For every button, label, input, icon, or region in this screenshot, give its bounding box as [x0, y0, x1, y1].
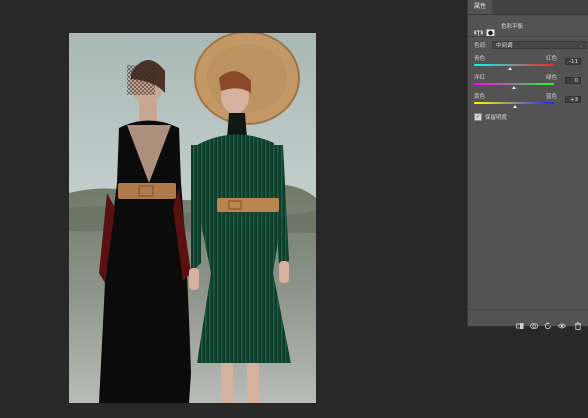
adjustment-title: 色彩平衡 — [501, 24, 524, 30]
slider-track[interactable] — [474, 102, 554, 104]
slider-value-input[interactable]: 0 — [565, 77, 581, 84]
slider-yellow-blue: 黄色 蓝色 +3 — [474, 92, 581, 114]
panel-header: 色彩平衡 — [473, 20, 524, 37]
chevron-down-icon: ⌄ — [578, 42, 583, 49]
slider-thumb[interactable] — [513, 105, 518, 108]
balance-scale-icon — [473, 22, 484, 36]
slider-right-label: 红色 — [546, 56, 558, 62]
slider-right-label: 蓝色 — [546, 94, 558, 100]
slider-value-input[interactable]: -11 — [565, 58, 581, 65]
clip-to-layer-icon[interactable] — [516, 315, 524, 329]
preserve-luminosity[interactable]: ✓ 保留明度 — [474, 112, 507, 121]
tone-select-value: 中间调 — [496, 42, 513, 49]
preserve-luminosity-label: 保留明度 — [485, 114, 508, 121]
tone-label: 色调: — [474, 42, 487, 49]
document-image[interactable] — [69, 33, 316, 403]
panel-tab-bar: 属性 — [468, 0, 588, 15]
tab-properties[interactable]: 属性 — [468, 0, 493, 14]
document-canvas[interactable] — [0, 0, 466, 418]
layer-mask-icon[interactable] — [486, 22, 495, 37]
tone-row: 色调: 中间调 ⌄ — [474, 40, 587, 49]
slider-left-label: 洋红 — [474, 75, 486, 81]
slider-thumb[interactable] — [507, 67, 512, 70]
slider-track[interactable] — [474, 64, 554, 66]
slider-left-label: 黄色 — [474, 94, 486, 100]
visibility-icon[interactable] — [557, 315, 567, 329]
view-previous-icon[interactable] — [530, 315, 538, 329]
slider-thumb[interactable] — [512, 86, 516, 89]
slider-value-input[interactable]: +3 — [565, 96, 581, 103]
properties-panel: 属性 色彩平衡 色调: 中间调 ⌄ 青色 红色 -11 洋红 绿色 0 黄色 蓝… — [467, 0, 588, 330]
slider-track[interactable] — [474, 83, 554, 85]
slider-left-label: 青色 — [474, 56, 486, 62]
slider-right-label: 绿色 — [546, 75, 558, 81]
divider — [468, 36, 588, 37]
trash-icon[interactable] — [574, 315, 582, 330]
reset-icon[interactable] — [544, 315, 552, 330]
preserve-luminosity-checkbox[interactable]: ✓ — [474, 112, 482, 121]
tone-select[interactable]: 中间调 ⌄ — [492, 40, 587, 49]
panel-bottom-bar — [468, 309, 588, 330]
